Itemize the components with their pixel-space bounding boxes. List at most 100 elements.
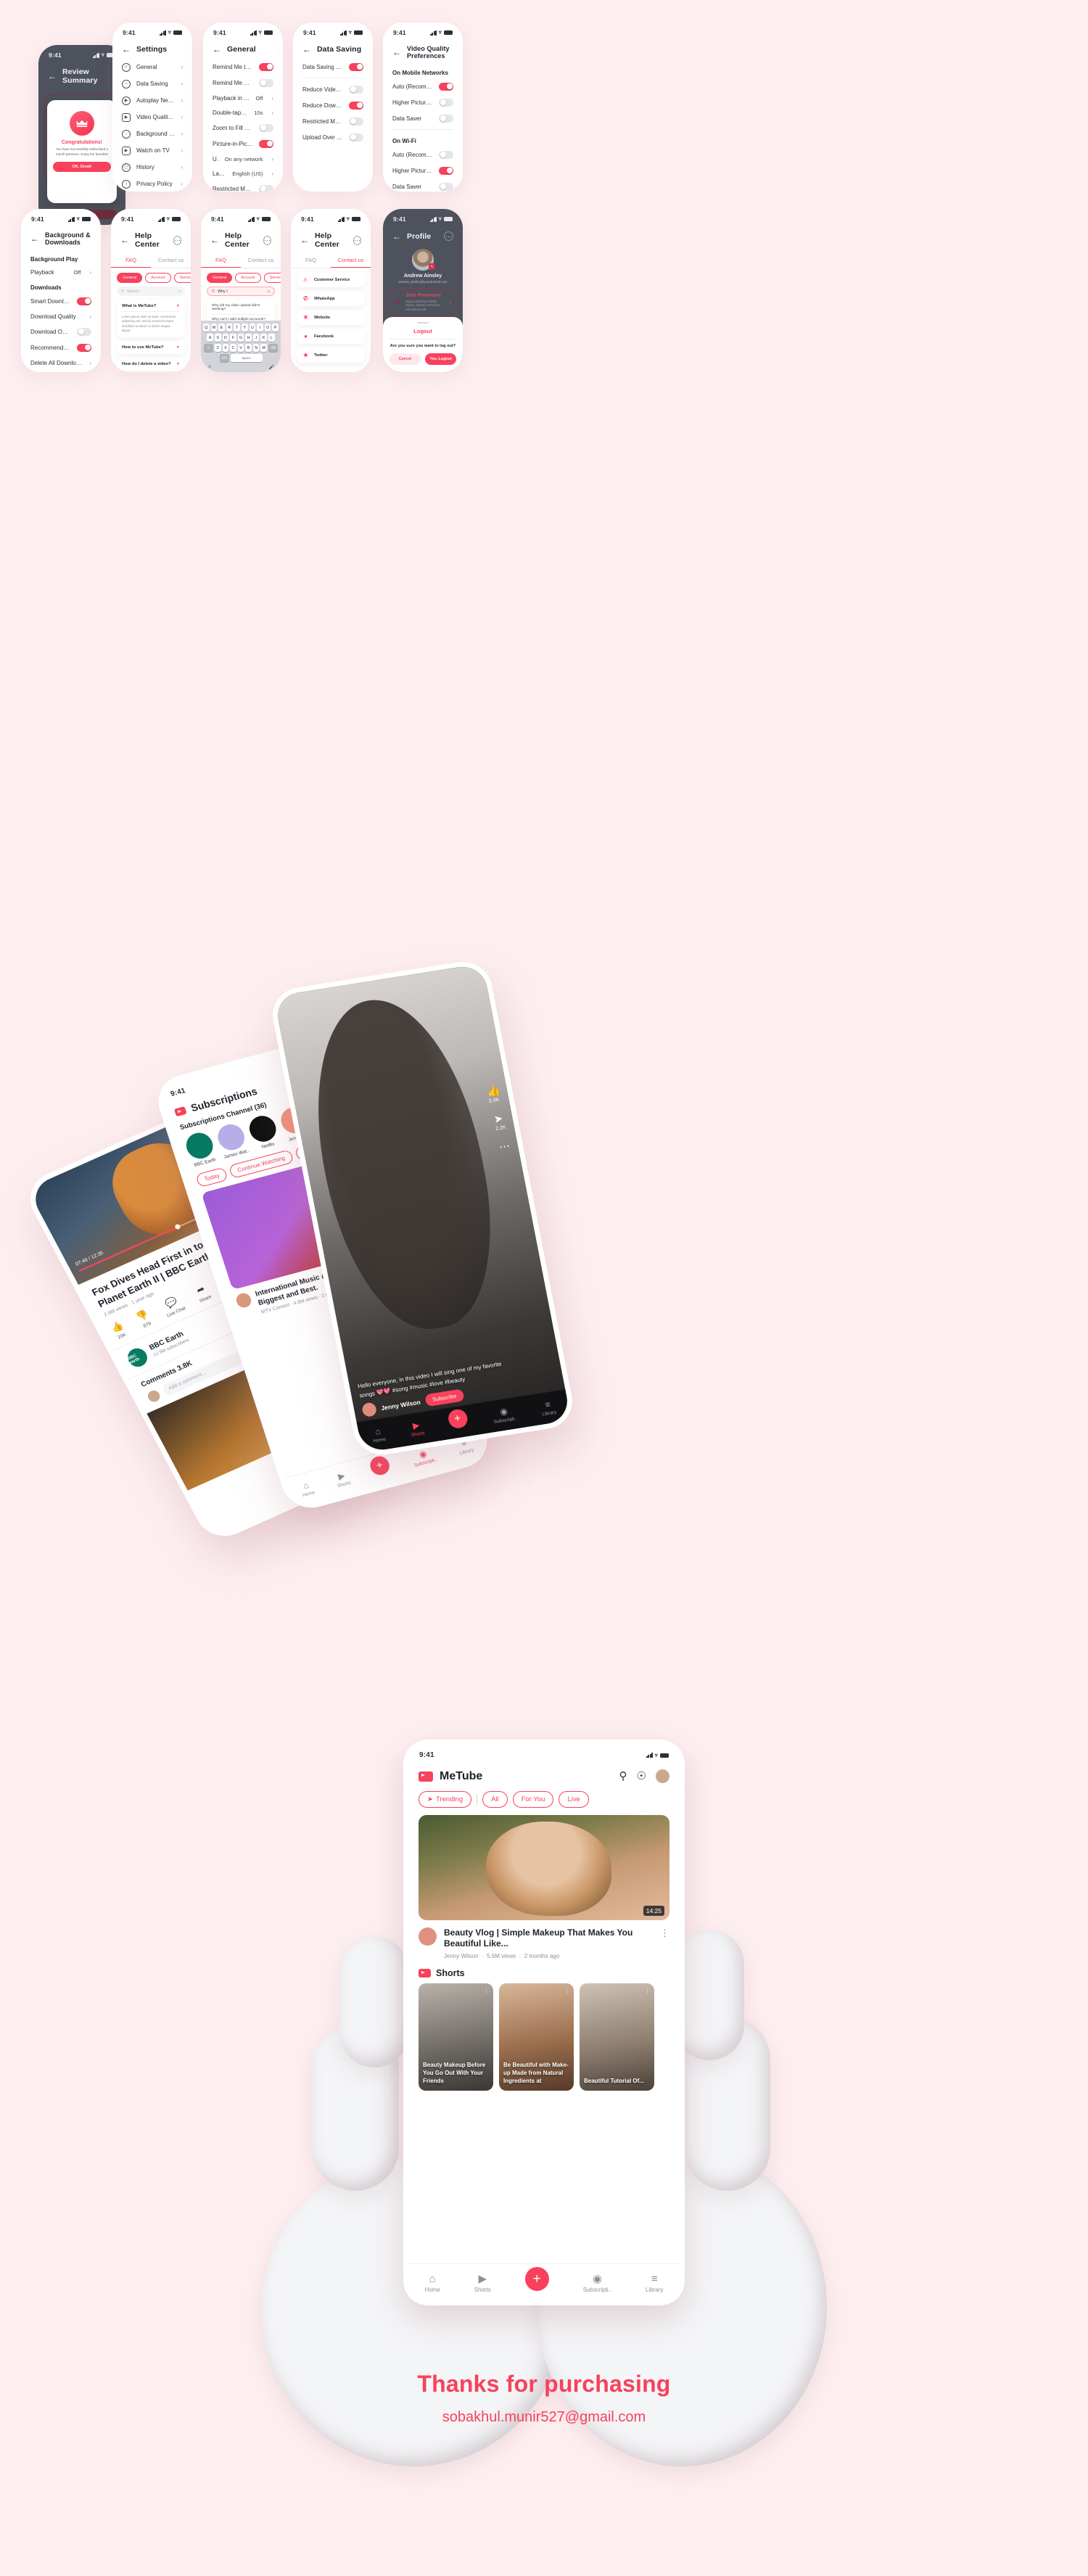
filter-for-you[interactable]: For You xyxy=(512,1791,554,1808)
key-z[interactable]: Z xyxy=(214,344,221,352)
toggle-switch[interactable] xyxy=(439,82,453,91)
faq-item[interactable]: How to use MeTube? ▼ xyxy=(117,341,185,355)
channel-item[interactable]: Netflix xyxy=(246,1113,281,1151)
chip-general[interactable]: General xyxy=(207,273,233,283)
tab-faq[interactable]: FAQ xyxy=(201,254,241,268)
bell-icon[interactable]: ☉ xyxy=(637,1769,646,1783)
sheet-grabber[interactable] xyxy=(417,322,429,324)
setting-row[interactable]: Double-tap to Seek 10s › xyxy=(203,105,283,120)
key-c[interactable]: C xyxy=(230,344,236,352)
setting-row[interactable]: Reduce Download Quality xyxy=(293,97,373,113)
setting-row[interactable]: Playback in Feeds Off › xyxy=(203,91,283,105)
search-input[interactable]: ⚲ Search ≡ xyxy=(117,287,185,296)
cancel-button[interactable]: Cancel xyxy=(390,353,421,365)
search-input[interactable]: ⚲ Why I ≡ xyxy=(207,287,275,296)
back-icon[interactable]: ← xyxy=(213,45,221,54)
faq-item[interactable]: What is MeTube? ▼ Lorem ipsum dolor sit … xyxy=(117,300,185,338)
key-i[interactable]: I xyxy=(257,324,263,332)
key-v[interactable]: V xyxy=(237,344,244,352)
dislike-button[interactable]: 👎 879 xyxy=(134,1308,154,1330)
toggle-switch[interactable] xyxy=(349,133,363,141)
key-s[interactable]: S xyxy=(214,334,221,342)
tab-home[interactable]: ⌂ Home xyxy=(424,2273,440,2293)
join-premium-banner[interactable]: Join Premium! Enjoy watching Full-HD vid… xyxy=(389,288,457,317)
tab-home[interactable]: ⌂ Home xyxy=(298,1479,316,1498)
chip-service[interactable]: Service xyxy=(263,273,281,283)
tab-library[interactable]: ≡ Library xyxy=(540,1399,557,1417)
more-icon[interactable]: ⋯ xyxy=(444,231,453,241)
toggle-switch[interactable] xyxy=(439,166,453,175)
setting-row[interactable]: Higher Picture Quality xyxy=(383,162,463,178)
setting-row[interactable]: Restricted Mode xyxy=(203,181,283,192)
setting-row[interactable]: Remind Me to Take a Break xyxy=(203,59,283,75)
back-icon[interactable]: ← xyxy=(392,48,401,57)
setting-row[interactable]: Delete All Downloads › xyxy=(21,355,101,370)
share-button[interactable]: ➤ 2.2K xyxy=(493,1111,506,1132)
back-icon[interactable]: ← xyxy=(392,232,401,241)
setting-row[interactable]: Uploads On any network › xyxy=(203,152,283,166)
filter-all[interactable]: All xyxy=(482,1791,508,1808)
sidebar-item-background-downloads[interactable]: ↓ Background & Downloads › xyxy=(112,125,192,142)
setting-row[interactable]: Higher Picture Quality xyxy=(383,94,463,110)
tab-shorts[interactable]: ▶ Shorts xyxy=(333,1469,352,1489)
back-icon[interactable]: ← xyxy=(302,45,311,54)
toggle-switch[interactable] xyxy=(259,139,273,148)
setting-row[interactable]: Download Quality › xyxy=(21,309,101,324)
mic-icon[interactable]: 🎤 xyxy=(269,365,274,370)
setting-row[interactable]: Data Saver xyxy=(383,110,463,126)
tab-contact-us[interactable]: Contact us xyxy=(151,254,191,268)
setting-row[interactable]: Picture-in-Picture xyxy=(203,136,283,152)
key-j[interactable]: J xyxy=(252,334,260,342)
tab-library[interactable]: ≡ Library xyxy=(646,2273,663,2293)
tab-shorts[interactable]: ▶ Shorts xyxy=(408,1420,425,1438)
faq-item[interactable]: How do I delete a video? ▼ xyxy=(117,358,185,371)
create-button[interactable]: + xyxy=(446,1407,469,1430)
tab-subscriptions[interactable]: ◉ Subscripti.. xyxy=(583,2272,612,2293)
filter-icon[interactable]: ≡ xyxy=(178,289,181,294)
setting-row[interactable]: Language English (US) › xyxy=(203,166,283,181)
setting-row[interactable]: Smart Downloads xyxy=(21,293,101,309)
more-icon[interactable]: ⋮ xyxy=(483,1987,490,1995)
chip-account[interactable]: Account xyxy=(235,273,261,283)
key-b[interactable]: B xyxy=(245,344,252,352)
filter-icon[interactable]: ≡ xyxy=(268,289,270,294)
key-k[interactable]: K xyxy=(260,334,268,342)
more-icon[interactable]: ⋯ xyxy=(353,235,361,245)
sidebar-item-autoplay[interactable]: ▶ Autoplay Next Video › xyxy=(112,92,192,109)
more-icon[interactable]: ⋮ xyxy=(644,1987,651,1995)
setting-row[interactable]: Playback Off › xyxy=(21,265,101,279)
toggle-switch[interactable] xyxy=(259,62,273,71)
toggle-switch[interactable] xyxy=(439,114,453,123)
confirm-logout-button[interactable]: Yes, Logout xyxy=(425,353,456,365)
chip-service[interactable]: Service xyxy=(173,273,191,283)
on-screen-keyboard[interactable]: Q W E R T Y U I O P A S D F G H J K L ⇧ … xyxy=(201,321,281,372)
setting-row[interactable]: Upload Over Wi-Fi Only xyxy=(293,129,373,145)
back-icon[interactable]: ← xyxy=(30,234,39,243)
avatar[interactable] xyxy=(656,1769,669,1783)
shorts-card[interactable]: ⋮ Beauty Makeup Before You Go Out With Y… xyxy=(419,1983,493,2091)
key-g[interactable]: G xyxy=(237,334,244,342)
featured-video-thumbnail[interactable]: 14:25 xyxy=(419,1815,669,1920)
back-icon[interactable]: ← xyxy=(122,45,131,54)
setting-row[interactable]: Recommended Downloads xyxy=(21,340,101,355)
tab-contact-us[interactable]: Contact us xyxy=(241,254,281,268)
key-r[interactable]: R xyxy=(226,324,233,332)
key-m[interactable]: M xyxy=(260,344,268,352)
key-e[interactable]: E xyxy=(218,324,225,332)
sidebar-item-video-quality[interactable]: ▶ Video Quality Preferences › xyxy=(112,109,192,125)
shift-key[interactable]: ⇧ xyxy=(203,344,213,352)
toggle-switch[interactable] xyxy=(77,297,91,305)
contact-customer-service[interactable]: ♬ Customer Service xyxy=(297,272,365,287)
more-icon[interactable]: ⋮ xyxy=(660,1927,669,1959)
setting-row[interactable]: Zoom to Fill Screen xyxy=(203,120,283,136)
contact-facebook[interactable]: ● Facebook xyxy=(297,329,365,344)
key-o[interactable]: O xyxy=(264,324,271,332)
more-icon[interactable]: ⋯ xyxy=(263,235,271,245)
avatar[interactable] xyxy=(360,1402,378,1418)
key-p[interactable]: P xyxy=(272,324,279,332)
back-icon[interactable]: ← xyxy=(300,236,309,244)
back-icon[interactable]: ← xyxy=(48,72,57,81)
tab-shorts[interactable]: ▶ Shorts xyxy=(474,2272,491,2293)
setting-row[interactable]: Restricted Mobile Data xyxy=(293,113,373,129)
back-icon[interactable]: ← xyxy=(120,236,129,244)
